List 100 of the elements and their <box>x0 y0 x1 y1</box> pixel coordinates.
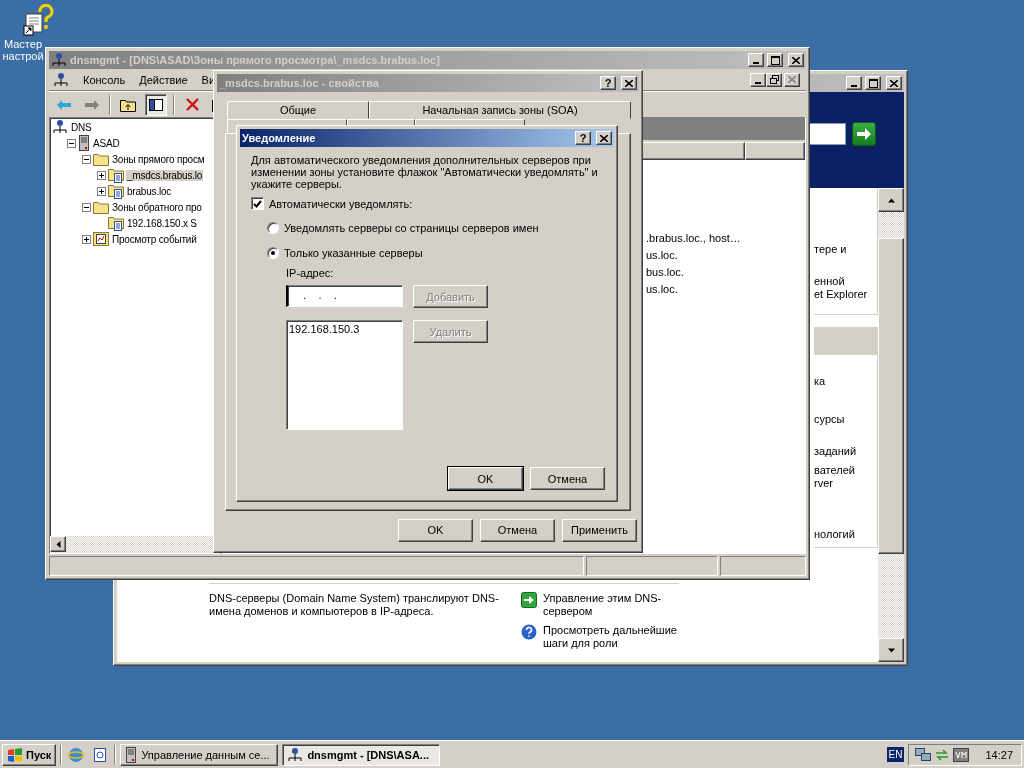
server-icon <box>78 135 90 151</box>
tree-item[interactable]: 192.168.150.x S <box>126 217 198 229</box>
tab[interactable]: Начальная запись зоны (SOA) <box>368 101 631 119</box>
vm-icon <box>953 747 970 762</box>
close-button[interactable] <box>784 72 800 87</box>
expand-toggle[interactable] <box>97 186 106 196</box>
go-button[interactable] <box>852 122 876 146</box>
maximize-button[interactable] <box>865 76 881 90</box>
close-button[interactable] <box>596 131 612 145</box>
record-data: bus.loc. <box>646 265 685 280</box>
tree-toggle-button[interactable] <box>145 93 167 116</box>
tree-item[interactable]: _msdcs.brabus.lo <box>126 169 204 181</box>
collapse-toggle[interactable] <box>82 202 91 212</box>
network-icon <box>915 747 932 762</box>
server-list[interactable]: 192.168.150.3 <box>286 320 403 430</box>
document-icon <box>92 746 109 763</box>
close-button[interactable] <box>788 53 804 67</box>
dialog-button[interactable]: Применить <box>562 518 637 542</box>
arrows-icon <box>935 747 950 762</box>
scroll-down-button[interactable] <box>878 638 904 662</box>
radio-label: Уведомлять серверы со страницы серверов имен <box>284 222 539 234</box>
menu-item[interactable]: Консоль <box>83 73 126 86</box>
panes-icon <box>149 98 163 111</box>
menu-item[interactable]: Действие <box>139 73 188 86</box>
window-title: _msdcs.brabus.loc - свойства <box>219 77 380 89</box>
minimize-button[interactable] <box>748 53 764 67</box>
start-button[interactable]: Пуск <box>2 743 57 766</box>
dialog-button[interactable]: Отмена <box>480 518 555 542</box>
radio-button[interactable] <box>267 247 279 259</box>
console-icon <box>53 71 69 88</box>
field-label: IP-адрес: <box>286 267 335 279</box>
role-link[interactable]: Просмотреть дальнейшие шаги для роли <box>543 624 688 650</box>
panel-text: et Explorer <box>814 288 869 301</box>
app-icon <box>51 52 67 68</box>
panel-text: заданий <box>814 445 858 458</box>
search-field[interactable] <box>810 123 846 145</box>
window-title: dnsmgmt - [DNS\ASAD\Зоны прямого просмотра\_msdcs.brabus.loc] <box>70 54 441 66</box>
tree-item[interactable]: Зоны прямого просм <box>111 153 206 165</box>
wizard-icon <box>22 4 54 36</box>
minimize-icon <box>755 81 761 84</box>
role-link[interactable]: Управление этим DNS-сервером <box>543 592 688 618</box>
restore-icon <box>769 75 779 84</box>
expand-toggle[interactable] <box>97 170 106 180</box>
tree-item[interactable]: Зоны обратного про <box>111 201 203 213</box>
column-header[interactable] <box>745 142 805 160</box>
desktop-icon-label[interactable]: Мастер настрой <box>1 38 45 62</box>
radio-button[interactable] <box>267 222 279 234</box>
plus-icon <box>84 236 89 242</box>
panel-text: енной <box>814 275 846 288</box>
scroll-thumb[interactable] <box>878 238 904 554</box>
server-icon <box>125 746 138 763</box>
folder-icon <box>93 200 109 214</box>
tree-item[interactable]: brabus.loc <box>126 185 173 197</box>
minimize-icon <box>851 85 857 87</box>
scroll-left-button[interactable] <box>50 536 66 552</box>
dialog-button[interactable]: OK <box>398 518 473 542</box>
tree-item[interactable]: DNS <box>70 121 93 133</box>
dialog-button[interactable]: Отмена <box>530 467 605 490</box>
check-icon <box>253 199 262 208</box>
network-icon <box>52 119 68 135</box>
tab[interactable]: Общие <box>227 101 369 119</box>
network-icon <box>287 746 304 763</box>
vertical-scrollbar[interactable] <box>878 188 904 662</box>
minus-icon <box>84 156 89 162</box>
record-data: us.loc. <box>646 248 679 263</box>
zone-icon <box>108 183 124 199</box>
tree-item[interactable]: Просмотр событий <box>111 233 198 245</box>
arrow-down-icon <box>887 646 895 654</box>
close-button[interactable] <box>886 76 902 90</box>
minimize-button[interactable] <box>846 76 862 90</box>
minimize-button[interactable] <box>750 72 766 87</box>
taskbar-button[interactable]: Управление данным се... <box>120 743 279 766</box>
ip-address-field[interactable]: . . . <box>286 285 403 307</box>
close-icon <box>788 76 796 83</box>
help-button[interactable]: ? <box>575 131 591 145</box>
arrow-right-icon <box>521 592 537 608</box>
maximize-icon <box>868 78 878 88</box>
maximize-button[interactable] <box>767 53 783 67</box>
radio-label: Только указанные серверы <box>284 247 423 259</box>
server-entry[interactable]: 192.168.150.3 <box>289 323 400 335</box>
language-indicator[interactable]: EN <box>886 747 905 762</box>
help-button[interactable]: ? <box>600 76 616 90</box>
close-icon <box>890 79 898 87</box>
minus-icon <box>84 204 89 210</box>
scroll-up-button[interactable] <box>878 188 904 212</box>
zone-icon <box>108 215 124 231</box>
collapse-toggle[interactable] <box>67 138 76 148</box>
intro-text: Для автоматического уведомления дополнительных серверов при изменении зоны установите флажок "Автоматически уведомлять" и укажите серверы. <box>251 154 599 190</box>
plus-icon <box>99 188 104 194</box>
taskbar-button[interactable]: dnsmgmt - [DNS\ASA... <box>282 743 441 766</box>
expand-toggle[interactable] <box>82 234 91 244</box>
collapse-toggle[interactable] <box>82 154 91 164</box>
panel-text: вателей <box>814 464 856 477</box>
tree-item[interactable]: ASAD <box>92 137 121 149</box>
restore-button[interactable] <box>766 72 782 87</box>
panel-text: тере и <box>814 243 848 256</box>
dialog-button[interactable]: OK <box>448 467 523 490</box>
checkbox[interactable] <box>251 197 264 210</box>
close-button[interactable] <box>621 76 637 90</box>
radio-dot-icon <box>271 251 275 255</box>
